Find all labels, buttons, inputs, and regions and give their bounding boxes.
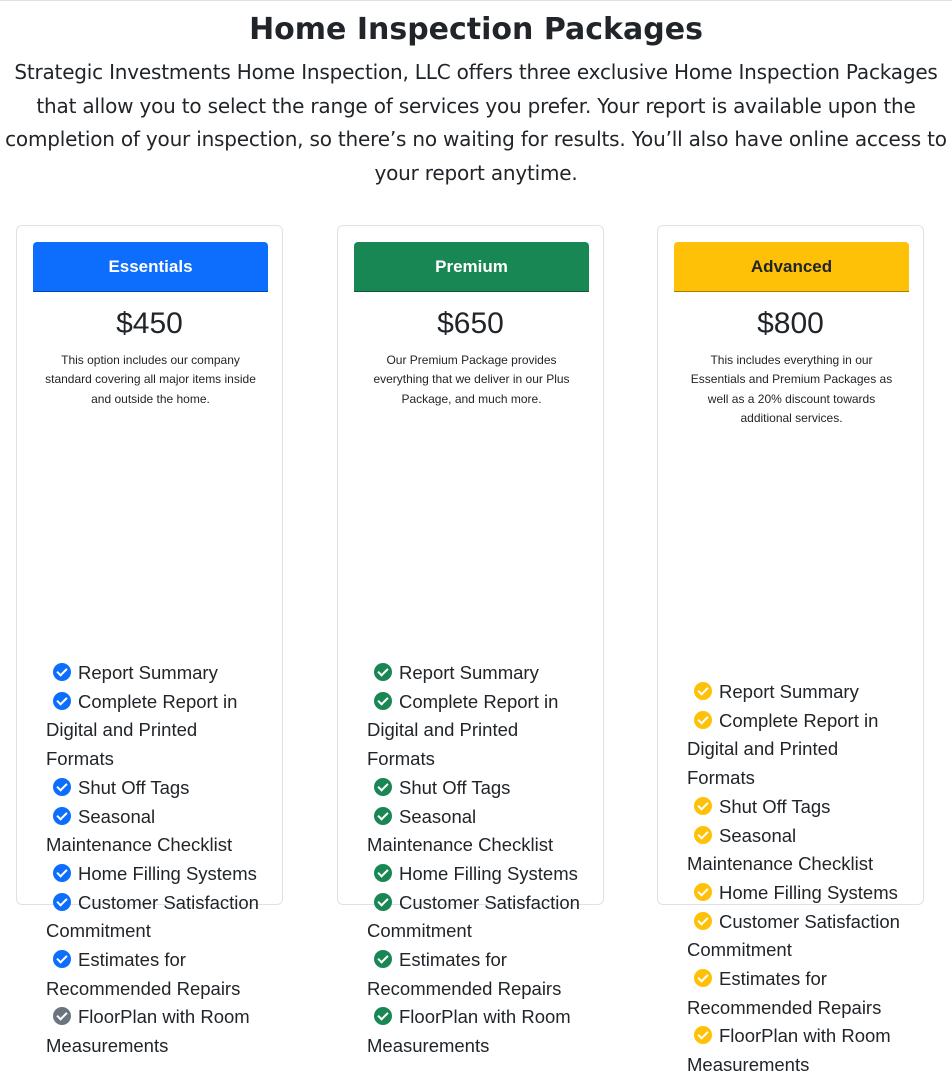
check-circle-icon [53,777,71,796]
check-circle-icon [694,710,712,729]
feature-item: Estimates for Recommended Repairs [687,965,907,1022]
package-name: Advanced [750,256,833,276]
package-name: Essentials [108,256,193,276]
check-circle-icon [694,796,712,815]
feature-label: Home Filling Systems [399,862,578,884]
feature-label: Complete Report in Digital and Printed F… [46,690,238,770]
feature-item: Report Summary [367,659,587,688]
feature-label: FloorPlan with Room Measurements [367,1006,571,1057]
check-circle-icon [53,663,71,681]
package-card-premium: Premium $650 Our Premium Package provide… [337,225,604,1056]
package-price: $650 [437,307,504,340]
package-price: $450 [116,307,183,340]
package-description: Our Premium Package provides everything … [373,353,570,406]
check-circle-icon [53,892,71,911]
feature-item: Seasonal Maintenance Checklist [367,803,587,860]
check-circle-icon [53,806,71,825]
check-circle-icon [694,1026,712,1045]
feature-label: Report Summary [719,681,859,702]
check-circle-icon [53,1007,71,1026]
check-circle-icon [374,663,392,681]
feature-label: Seasonal Maintenance Checklist [367,805,554,856]
feature-label: FloorPlan with Room Measurements [687,1025,891,1076]
feature-item: Home Filling Systems [367,860,587,889]
feature-item: FloorPlan with Room Measurements [46,1003,266,1060]
feature-label: Customer Satisfaction Commitment [687,910,900,961]
check-circle-icon [374,806,392,825]
feature-label: Report Summary [78,662,218,683]
package-description: This option includes our company standar… [45,353,256,406]
feature-item: FloorPlan with Room Measurements [687,1022,907,1079]
feature-label: FloorPlan with Room Measurements [46,1006,250,1057]
package-header-premium[interactable]: Premium [354,242,589,292]
feature-label: Complete Report in Digital and Printed F… [367,690,559,770]
package-name: Premium [435,256,508,276]
top-divider [0,0,952,1]
intro-paragraph: Strategic Investments Home Inspection, L… [5,60,947,185]
check-circle-icon [694,682,712,700]
package-card-advanced: Advanced $800 This includes everything i… [657,225,924,1075]
feature-item: Customer Satisfaction Commitment [687,908,907,965]
check-circle-icon [374,777,392,796]
feature-item: Estimates for Recommended Repairs [367,946,587,1003]
package-header-essentials[interactable]: Essentials [33,242,268,292]
feature-item: Seasonal Maintenance Checklist [687,822,907,879]
package-description: This includes everything in our Essentia… [690,353,893,425]
feature-label: Seasonal Maintenance Checklist [46,805,233,856]
feature-item: Report Summary [46,659,266,688]
feature-item: Seasonal Maintenance Checklist [46,803,266,860]
feature-item: Shut Off Tags [46,774,266,803]
feature-item: Shut Off Tags [367,774,587,803]
page-title: Home Inspection Packages [249,12,703,47]
feature-label: Shut Off Tags [78,776,190,798]
feature-item: Complete Report in Digital and Printed F… [46,688,266,774]
feature-item: Home Filling Systems [46,860,266,889]
feature-label: Complete Report in Digital and Printed F… [687,709,879,789]
feature-label: Seasonal Maintenance Checklist [687,824,874,875]
feature-item: Home Filling Systems [687,879,907,908]
feature-label: Home Filling Systems [78,862,257,884]
feature-item: Estimates for Recommended Repairs [46,946,266,1003]
feature-list: Report Summary Complete Report in Digita… [46,659,266,1061]
feature-item: Complete Report in Digital and Printed F… [687,707,907,793]
feature-label: Customer Satisfaction Commitment [367,891,580,942]
check-circle-icon [374,863,392,882]
feature-label: Shut Off Tags [399,776,511,798]
feature-item: Report Summary [687,678,907,707]
check-circle-icon [694,969,712,988]
feature-item: Customer Satisfaction Commitment [46,889,266,946]
feature-list: Report Summary Complete Report in Digita… [367,659,587,1061]
feature-label: Estimates for Recommended Repairs [687,968,882,1018]
check-circle-icon [53,691,71,710]
feature-item: Shut Off Tags [687,793,907,822]
feature-label: Estimates for Recommended Repairs [367,949,562,999]
package-card-essentials: Essentials $450 This option includes our… [16,225,283,1056]
check-circle-icon [53,863,71,882]
package-price: $800 [757,307,824,340]
feature-label: Shut Off Tags [719,795,831,817]
feature-item: FloorPlan with Room Measurements [367,1003,587,1060]
check-circle-icon [374,691,392,710]
feature-item: Complete Report in Digital and Printed F… [367,688,587,774]
check-circle-icon [694,882,712,901]
feature-item: Customer Satisfaction Commitment [367,889,587,946]
feature-label: Customer Satisfaction Commitment [46,891,259,942]
check-circle-icon [374,950,392,969]
check-circle-icon [694,911,712,930]
feature-label: Estimates for Recommended Repairs [46,949,241,999]
feature-label: Home Filling Systems [719,881,898,903]
check-circle-icon [374,892,392,911]
check-circle-icon [374,1007,392,1026]
check-circle-icon [53,950,71,969]
package-header-advanced[interactable]: Advanced [674,242,909,292]
check-circle-icon [694,825,712,844]
feature-label: Report Summary [399,662,539,683]
